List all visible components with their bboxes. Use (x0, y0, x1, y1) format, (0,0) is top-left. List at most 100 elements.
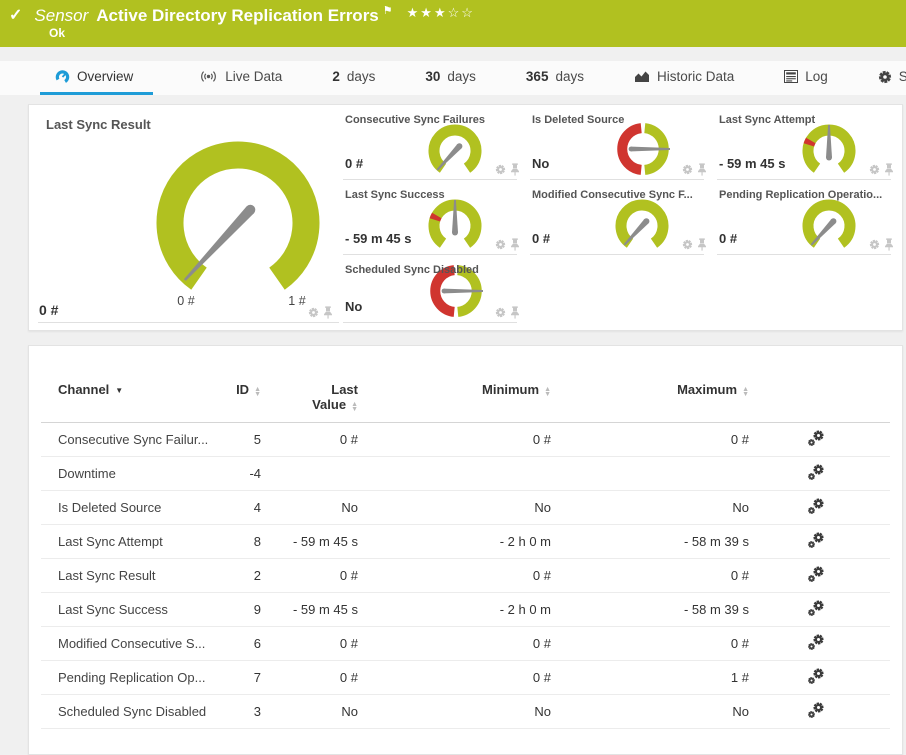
tab-settings[interactable]: Settings (874, 61, 906, 95)
broadcast-icon (199, 70, 218, 83)
table-row-is-deleted-source: Is Deleted Source4NoNoNo (41, 491, 890, 525)
area-chart-icon (634, 70, 650, 83)
gear-icon[interactable] (495, 307, 506, 318)
tab-bar: OverviewLive Data2days30days365daysHisto… (0, 61, 906, 95)
channel-settings-icon[interactable] (807, 600, 825, 617)
channels-panel: Channel ID Last Value Minimum Maximum Co… (28, 345, 903, 755)
tab-overview[interactable]: Overview (40, 61, 153, 95)
table-row-last-sync-success: Last Sync Success9- 59 m 45 s- 2 h 0 m- … (41, 593, 890, 627)
gauge-tile-last-sync-attempt: Last Sync Attempt- 59 m 45 s (715, 105, 902, 180)
column-header-settings (749, 382, 882, 412)
pin-icon[interactable] (884, 238, 894, 251)
cell-last-value: No (261, 500, 358, 515)
cell-minimum: 0 # (358, 636, 551, 651)
tab-2-days[interactable]: 2days (328, 61, 379, 95)
gear-icon[interactable] (869, 239, 880, 250)
pin-icon[interactable] (323, 306, 333, 319)
cell-maximum: No (551, 704, 749, 719)
gauge-title: Pending Replication Operatio... (719, 189, 882, 201)
sort-desc-icon (115, 386, 123, 395)
gear-icon[interactable] (869, 164, 880, 175)
table-row-consecutive-sync-failur: Consecutive Sync Failur...50 #0 #0 # (41, 423, 890, 457)
cell-settings (749, 430, 882, 450)
column-header-minimum[interactable]: Minimum (358, 382, 551, 412)
gauge-chart (132, 131, 344, 300)
gauge-value: 0 # (719, 231, 737, 246)
column-header-label: ID (236, 382, 249, 397)
tab-label: days (555, 69, 584, 84)
tab-365-days[interactable]: 365days (522, 61, 588, 95)
cell-channel: Last Sync Attempt (58, 534, 213, 549)
cell-maximum: 1 # (551, 670, 749, 685)
divider (717, 254, 891, 255)
cell-minimum: - 2 h 0 m (358, 602, 551, 617)
gauge-value: 0 # (345, 156, 363, 171)
priority-stars[interactable]: ★★★☆☆ (407, 5, 475, 21)
cell-channel: Downtime (58, 466, 213, 481)
table-row-downtime: Downtime-4 (41, 457, 890, 491)
tab-label: Log (805, 69, 828, 84)
gauge-tile-consecutive-sync-failures: Consecutive Sync Failures0 # (341, 105, 528, 180)
divider (343, 322, 517, 323)
cell-minimum: - 2 h 0 m (358, 534, 551, 549)
gear-icon[interactable] (308, 307, 319, 318)
gear-icon[interactable] (495, 239, 506, 250)
gauge-chart (610, 119, 676, 188)
cell-settings (749, 498, 882, 518)
flag-icon[interactable]: ⚑ (383, 5, 393, 17)
cell-maximum: - 58 m 39 s (551, 534, 749, 549)
cell-last-value: 0 # (261, 568, 358, 583)
gear-icon[interactable] (682, 239, 693, 250)
gauge-tile-is-deleted-source: Is Deleted SourceNo (528, 105, 715, 180)
channel-settings-icon[interactable] (807, 430, 825, 447)
pin-icon[interactable] (510, 163, 520, 176)
gear-icon[interactable] (495, 164, 506, 175)
channel-settings-icon[interactable] (807, 566, 825, 583)
tab-log[interactable]: Log (780, 61, 832, 95)
gauge-tile-pending-replication-operatio: Pending Replication Operatio... 0 # (715, 180, 902, 255)
tab-30-days[interactable]: 30days (421, 61, 480, 95)
column-header-last-value[interactable]: Last Value (261, 382, 358, 412)
gear-icon (878, 70, 892, 84)
sort-icon (742, 388, 749, 397)
channel-settings-icon[interactable] (807, 498, 825, 515)
pin-icon[interactable] (697, 238, 707, 251)
channel-settings-icon[interactable] (807, 634, 825, 651)
channel-settings-icon[interactable] (807, 668, 825, 685)
cell-maximum: 0 # (551, 636, 749, 651)
cell-channel: Consecutive Sync Failur... (58, 432, 213, 447)
cell-minimum: No (358, 500, 551, 515)
pin-icon[interactable] (697, 163, 707, 176)
cell-id: 4 (213, 500, 261, 515)
pin-icon[interactable] (884, 163, 894, 176)
gauge-value: 0 # (39, 302, 58, 318)
tab-days-number: 30 (425, 69, 440, 84)
column-header-label: Maximum (677, 382, 737, 397)
gauge-tiles: Consecutive Sync Failures0 #Is Deleted S… (341, 105, 903, 330)
gear-icon[interactable] (682, 164, 693, 175)
tab-label: days (347, 69, 376, 84)
cell-id: 8 (213, 534, 261, 549)
cell-channel: Last Sync Result (58, 568, 213, 583)
pin-icon[interactable] (510, 306, 520, 319)
cell-maximum: - 58 m 39 s (551, 602, 749, 617)
tab-historic-data[interactable]: Historic Data (630, 61, 738, 95)
gauge-title: Last Sync Success (345, 189, 445, 201)
column-header-maximum[interactable]: Maximum (551, 382, 749, 412)
table-row-pending-replication-op: Pending Replication Op...70 #0 #1 # (41, 661, 890, 695)
cell-last-value: 0 # (261, 670, 358, 685)
channel-settings-icon[interactable] (807, 702, 825, 719)
cell-id: -4 (213, 466, 261, 481)
cell-channel: Last Sync Success (58, 602, 213, 617)
cell-settings (749, 566, 882, 586)
channel-settings-icon[interactable] (807, 464, 825, 481)
channel-settings-icon[interactable] (807, 532, 825, 549)
gauge-tile-scheduled-sync-disabled: Scheduled Sync DisabledNo (341, 255, 528, 323)
pin-icon[interactable] (510, 238, 520, 251)
table-row-scheduled-sync-disabled: Scheduled Sync Disabled3NoNoNo (41, 695, 890, 729)
cell-settings (749, 600, 882, 620)
tab-live-data[interactable]: Live Data (195, 61, 286, 95)
divider (530, 254, 704, 255)
column-header-channel[interactable]: Channel (58, 382, 213, 412)
column-header-id[interactable]: ID (213, 382, 261, 412)
